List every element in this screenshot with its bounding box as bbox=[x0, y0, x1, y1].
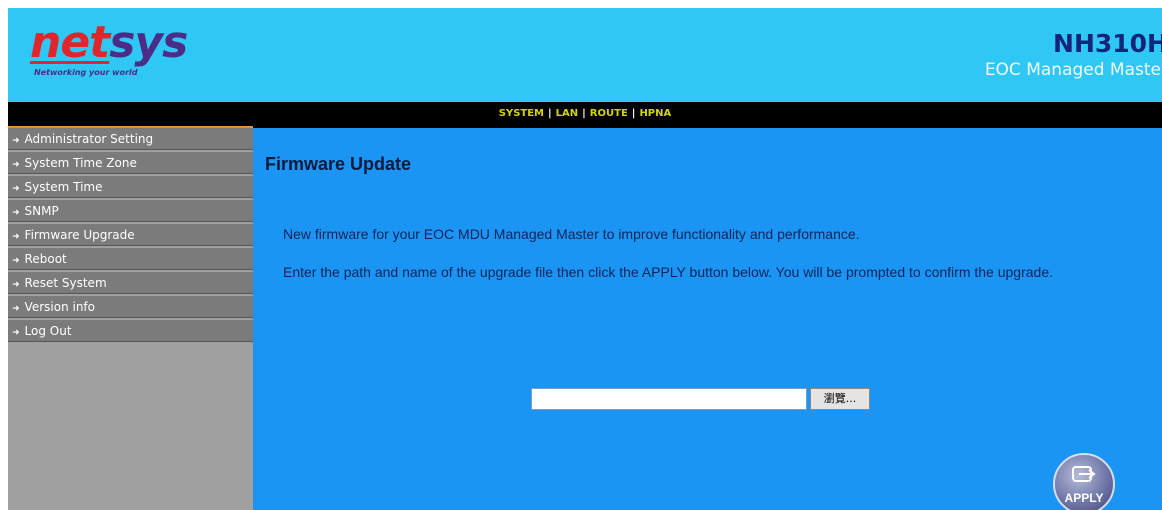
sidebar-item-reboot[interactable]: ➜ Reboot bbox=[8, 248, 253, 270]
arrow-right-icon: ➜ bbox=[12, 256, 20, 266]
apply-button[interactable]: APPLY bbox=[1053, 453, 1115, 510]
netsys-logo: netsys Networking your world bbox=[30, 17, 188, 78]
arrow-right-icon: ➜ bbox=[12, 160, 20, 170]
sidebar-item-label: Reboot bbox=[24, 252, 67, 266]
sidebar-item-label: Administrator Setting bbox=[24, 132, 154, 146]
logo-net-text: net bbox=[30, 17, 110, 68]
sidebar-item-label: Log Out bbox=[24, 324, 72, 338]
model-info: NH310H EOC Managed Master bbox=[984, 29, 1162, 81]
nav-route[interactable]: ROUTE bbox=[590, 108, 628, 119]
nav-hpna[interactable]: HPNA bbox=[639, 108, 671, 119]
model-description: EOC Managed Master bbox=[984, 60, 1162, 80]
arrow-right-icon: ➜ bbox=[12, 136, 20, 146]
nav-separator: | bbox=[582, 108, 586, 119]
apply-label: APPLY bbox=[1064, 491, 1104, 505]
model-name: NH310H bbox=[1053, 29, 1162, 58]
sidebar-item-label: System Time bbox=[24, 180, 103, 194]
arrow-right-icon: ➜ bbox=[12, 280, 20, 290]
top-navigation: SYSTEM | LAN | ROUTE | HPNA bbox=[8, 102, 1162, 128]
apply-icon bbox=[1072, 466, 1096, 482]
nav-separator: | bbox=[631, 108, 636, 119]
instruction-text: Enter the path and name of the upgrade f… bbox=[283, 264, 1053, 280]
nav-separator: | bbox=[548, 108, 552, 119]
sidebar-item-label: Version info bbox=[24, 300, 95, 314]
nav-system[interactable]: SYSTEM bbox=[499, 108, 544, 119]
sidebar-item-label: SNMP bbox=[24, 204, 59, 218]
description-text: New firmware for your EOC MDU Managed Ma… bbox=[283, 226, 860, 242]
page-title: Firmware Update bbox=[265, 154, 412, 174]
sidebar-item-label: Reset System bbox=[24, 276, 107, 290]
main-content: Firmware Update New firmware for your EO… bbox=[253, 128, 1162, 510]
sidebar-item-system-time-zone[interactable]: ➜ System Time Zone bbox=[8, 152, 253, 174]
header: netsys Networking your world NH310H EOC … bbox=[8, 8, 1162, 102]
sidebar-item-snmp[interactable]: ➜ SNMP bbox=[8, 200, 253, 222]
arrow-right-icon: ➜ bbox=[12, 184, 20, 194]
sidebar-item-administrator-setting[interactable]: ➜ Administrator Setting bbox=[8, 128, 253, 150]
logo-sys-text: sys bbox=[109, 17, 188, 68]
arrow-right-icon: ➜ bbox=[12, 304, 20, 314]
sidebar-item-log-out[interactable]: ➜ Log Out bbox=[8, 320, 253, 342]
sidebar-item-reset-system[interactable]: ➜ Reset System bbox=[8, 272, 253, 294]
sidebar-item-system-time[interactable]: ➜ System Time bbox=[8, 176, 253, 198]
arrow-right-icon: ➜ bbox=[12, 328, 20, 338]
nav-lan[interactable]: LAN bbox=[556, 108, 578, 119]
browse-button[interactable]: 瀏覽... bbox=[810, 388, 870, 410]
sidebar-item-label: System Time Zone bbox=[24, 156, 137, 170]
sidebar-item-firmware-upgrade[interactable]: ➜ Firmware Upgrade bbox=[8, 224, 253, 246]
sidebar-item-label: Firmware Upgrade bbox=[24, 228, 135, 242]
app-frame: netsys Networking your world NH310H EOC … bbox=[8, 8, 1162, 510]
logo-tagline: Networking your world bbox=[34, 68, 138, 77]
sidebar-item-version-info[interactable]: ➜ Version info bbox=[8, 296, 253, 318]
firmware-file-path-input[interactable] bbox=[531, 388, 807, 410]
arrow-right-icon: ➜ bbox=[12, 232, 20, 242]
arrow-right-icon: ➜ bbox=[12, 208, 20, 218]
sidebar: ➜ Administrator Setting ➜ System Time Zone… bbox=[8, 128, 253, 510]
